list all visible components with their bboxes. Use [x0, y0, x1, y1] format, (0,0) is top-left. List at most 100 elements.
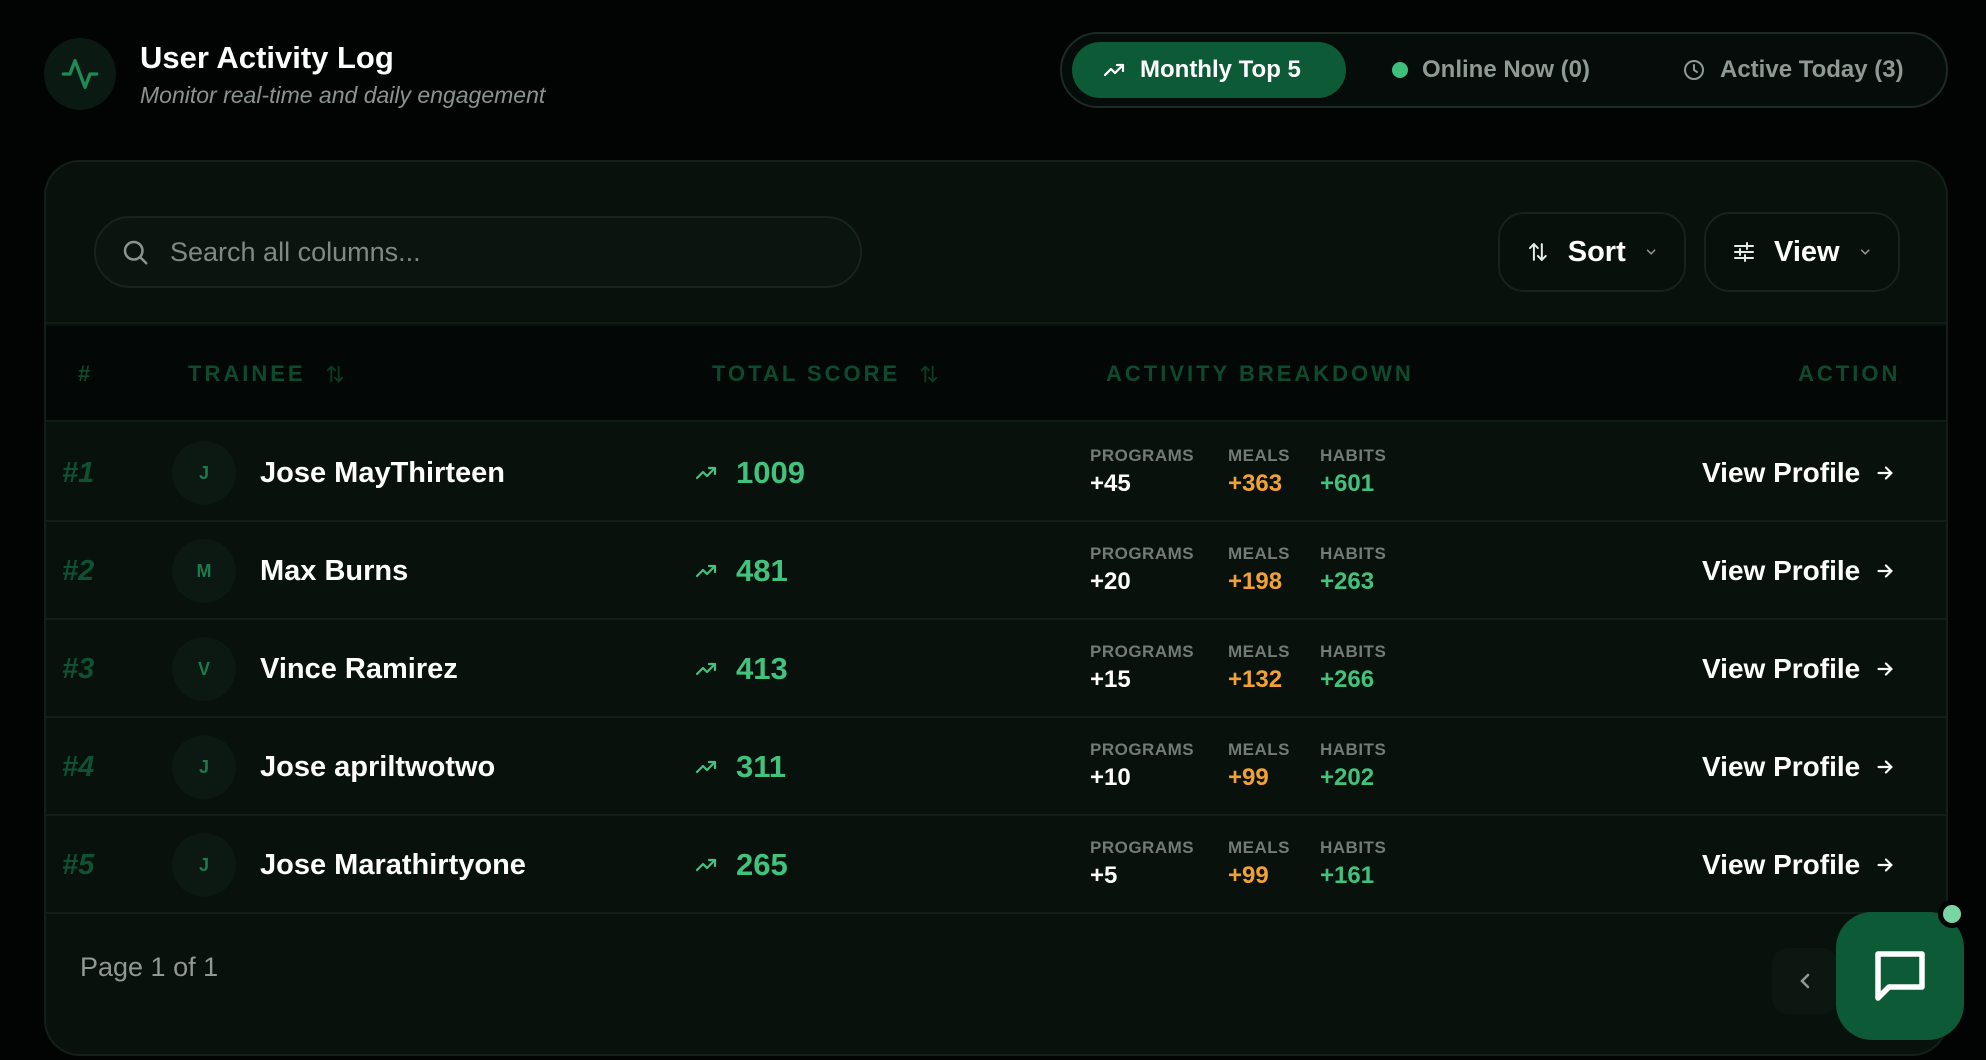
table-toolbar: Sort View — [46, 162, 1946, 324]
arrow-right-icon — [1877, 760, 1893, 774]
column-trainee[interactable]: TRAINEE — [188, 326, 346, 422]
arrow-right-icon — [1877, 564, 1893, 578]
metric-label: PROGRAMS — [1090, 544, 1195, 563]
column-total-score[interactable]: TOTAL SCORE — [712, 326, 940, 422]
previous-page-button[interactable] — [1772, 948, 1838, 1014]
trending-up-icon — [695, 662, 717, 676]
search-icon — [123, 240, 148, 265]
view-profile-link[interactable]: View Profile — [1702, 424, 1896, 522]
column-action: ACTION — [1798, 361, 1901, 386]
metric-value: +45 — [1090, 470, 1131, 497]
arrow-right-icon — [1877, 858, 1893, 872]
clock-icon — [1684, 60, 1704, 80]
avatar: M — [172, 539, 236, 603]
metric-label: HABITS — [1320, 544, 1387, 563]
column-rank: # — [78, 361, 94, 386]
metric-meals: MEALS +363 — [1228, 446, 1290, 498]
table-row: #1 J Jose MayThirteen 1009 PROGRAMS +45 MEALS +… — [46, 424, 1946, 522]
sort-button[interactable]: Sort — [1498, 212, 1686, 292]
page-subtitle: Monitor real-time and daily engagement — [140, 82, 546, 108]
metric-value: +363 — [1228, 470, 1283, 497]
trainee-name: Max Burns — [260, 554, 409, 587]
total-score: 481 — [694, 522, 788, 620]
metric-value: +15 — [1090, 666, 1131, 693]
activity-pulse-icon — [44, 38, 116, 110]
action-label: View Profile — [1702, 457, 1861, 488]
metric-programs: PROGRAMS +15 — [1090, 642, 1194, 694]
metric-programs: PROGRAMS +20 — [1090, 544, 1194, 596]
avatar: J — [172, 735, 236, 799]
chat-bubble-icon — [1875, 951, 1925, 1001]
metric-value: +198 — [1228, 568, 1283, 595]
tab-monthly-top[interactable]: Monthly Top 5 — [1072, 42, 1346, 98]
tab-label: Online Now (0) — [1422, 56, 1590, 83]
view-profile-link[interactable]: View Profile — [1702, 816, 1896, 914]
metric-label: HABITS — [1320, 446, 1387, 465]
score-value: 1009 — [736, 455, 805, 490]
avatar: J — [172, 833, 236, 897]
metric-label: MEALS — [1228, 740, 1290, 759]
metric-habits: HABITS +263 — [1320, 544, 1386, 596]
table-row: #2 M Max Burns 481 PROGRAMS +20 MEALS +198 HABIT… — [46, 522, 1946, 620]
rank-number: #4 — [62, 750, 95, 783]
action-label: View Profile — [1702, 849, 1861, 880]
metric-label: MEALS — [1228, 446, 1290, 465]
sort-label: Sort — [1567, 235, 1626, 268]
view-button[interactable]: View — [1704, 212, 1900, 292]
score-value: 265 — [736, 847, 788, 882]
table-row: #4 J Jose apriltwotwo 311 PROGRAMS +10 MEALS +9… — [46, 718, 1946, 816]
total-score: 413 — [694, 620, 788, 718]
tab-online-now[interactable]: Online Now (0) — [1362, 42, 1632, 98]
metric-label: MEALS — [1228, 544, 1290, 563]
view-profile-link[interactable]: View Profile — [1702, 620, 1896, 718]
metric-label: PROGRAMS — [1090, 446, 1195, 465]
metric-meals: MEALS +198 — [1228, 544, 1290, 596]
table-row: #3 V Vince Ramirez 413 PROGRAMS +15 MEALS +132 H… — [46, 620, 1946, 718]
view-label: View — [1774, 235, 1840, 268]
page-title: User Activity Log — [140, 40, 394, 75]
metric-label: PROGRAMS — [1090, 838, 1195, 857]
table-header: # TRAINEE TOTAL SCORE ACTIVITY BREAKDOWN… — [46, 326, 1946, 422]
sliders-icon — [1734, 241, 1755, 263]
metric-value: +99 — [1228, 862, 1269, 889]
tab-active-today[interactable]: Active Today (3) — [1652, 42, 1942, 98]
score-value: 413 — [736, 651, 788, 686]
action-label: View Profile — [1702, 555, 1861, 586]
metric-label: MEALS — [1228, 838, 1290, 857]
trainee-name: Jose MayThirteen — [260, 456, 505, 489]
view-tabs: Monthly Top 5 Online Now (0) Active Toda… — [1060, 32, 1948, 108]
metric-programs: PROGRAMS +45 — [1090, 446, 1194, 498]
metric-label: PROGRAMS — [1090, 642, 1195, 661]
metric-label: HABITS — [1320, 740, 1387, 759]
metric-value: +5 — [1090, 862, 1118, 889]
metric-label: HABITS — [1320, 838, 1387, 857]
metric-programs: PROGRAMS +5 — [1090, 838, 1194, 890]
total-score: 265 — [694, 816, 788, 914]
score-value: 481 — [736, 553, 788, 588]
tab-label: Active Today (3) — [1720, 56, 1904, 83]
chat-button[interactable] — [1836, 912, 1964, 1040]
table-footer: Page 1 of 1 — [46, 916, 1946, 1054]
metric-habits: HABITS +202 — [1320, 740, 1386, 792]
metric-value: +99 — [1228, 764, 1269, 791]
trending-up-icon — [695, 760, 717, 774]
metric-programs: PROGRAMS +10 — [1090, 740, 1194, 792]
trending-up-icon — [695, 466, 717, 480]
chevron-down-icon — [1646, 249, 1656, 255]
status-dot-icon — [1392, 62, 1408, 78]
search-input[interactable] — [170, 236, 830, 268]
total-score: 311 — [694, 718, 786, 816]
metric-value: +263 — [1320, 568, 1375, 595]
rank-number: #2 — [62, 554, 95, 587]
view-profile-link[interactable]: View Profile — [1702, 522, 1896, 620]
avatar: J — [172, 441, 236, 505]
view-profile-link[interactable]: View Profile — [1702, 718, 1896, 816]
metric-value: +20 — [1090, 568, 1131, 595]
metric-meals: MEALS +99 — [1228, 740, 1290, 792]
metric-habits: HABITS +266 — [1320, 642, 1386, 694]
chevron-left-icon — [1800, 973, 1810, 989]
trending-up-icon — [695, 858, 717, 872]
total-score: 1009 — [694, 424, 805, 522]
column-activity: ACTIVITY BREAKDOWN — [1106, 361, 1414, 386]
table-row: #5 J Jose Marathirtyone 265 PROGRAMS +5 MEALS +… — [46, 816, 1946, 914]
